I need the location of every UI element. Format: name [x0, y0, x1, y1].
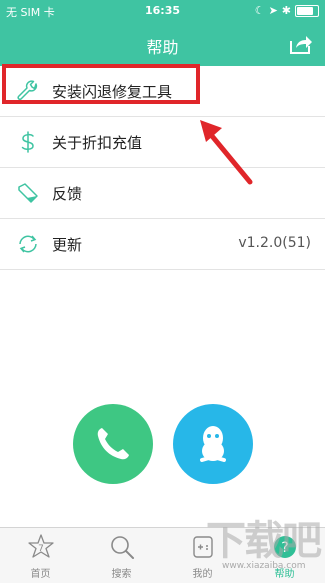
moon-icon: ☾ [254, 4, 265, 17]
nav-bar: 帮助 [0, 22, 325, 66]
dollar-icon [21, 131, 34, 153]
location-icon: ➤ [268, 4, 278, 17]
qq-button[interactable] [173, 404, 253, 484]
search-icon [111, 536, 134, 559]
status-bar: 无 SIM 卡 16:35 ☾ ➤ ✱ [0, 0, 325, 22]
page-title: 帮助 [146, 38, 179, 57]
menu-item-label: 更新 [52, 236, 83, 254]
menu-item-label: 反馈 [52, 185, 83, 203]
battery-level [297, 6, 313, 15]
status-icons: ☾ ➤ ✱ [255, 4, 319, 17]
watermark-logo: 下载吧 [206, 517, 322, 564]
phone-button[interactable] [73, 404, 153, 484]
menu-item-feedback[interactable]: 反馈 [0, 168, 325, 219]
highlight-box [2, 64, 200, 104]
tag-icon [18, 183, 38, 203]
battery-icon [295, 4, 319, 17]
tab-home[interactable]: 7 首页 [0, 528, 81, 583]
tab-search[interactable]: 搜索 [81, 528, 162, 583]
tab-label: 首页 [30, 569, 51, 580]
qq-icon [200, 426, 226, 462]
version-label: v1.2.0(51) [238, 235, 311, 251]
phone-icon [97, 428, 129, 460]
menu-item-label: 关于折扣充值 [52, 134, 143, 152]
share-icon[interactable] [289, 33, 313, 55]
red-arrow-annotation [200, 120, 253, 185]
home-icon: 7 [28, 534, 54, 558]
svg-text:7: 7 [38, 544, 44, 554]
refresh-icon [19, 235, 37, 253]
tab-label: 搜索 [111, 569, 132, 580]
menu-item-discount-recharge[interactable]: 关于折扣充值 [0, 117, 325, 168]
watermark-url: www.xiazaiba.com [222, 561, 306, 571]
menu-item-update[interactable]: 更新 v1.2.0(51) [0, 219, 325, 270]
bluetooth-icon: ✱ [281, 4, 291, 17]
